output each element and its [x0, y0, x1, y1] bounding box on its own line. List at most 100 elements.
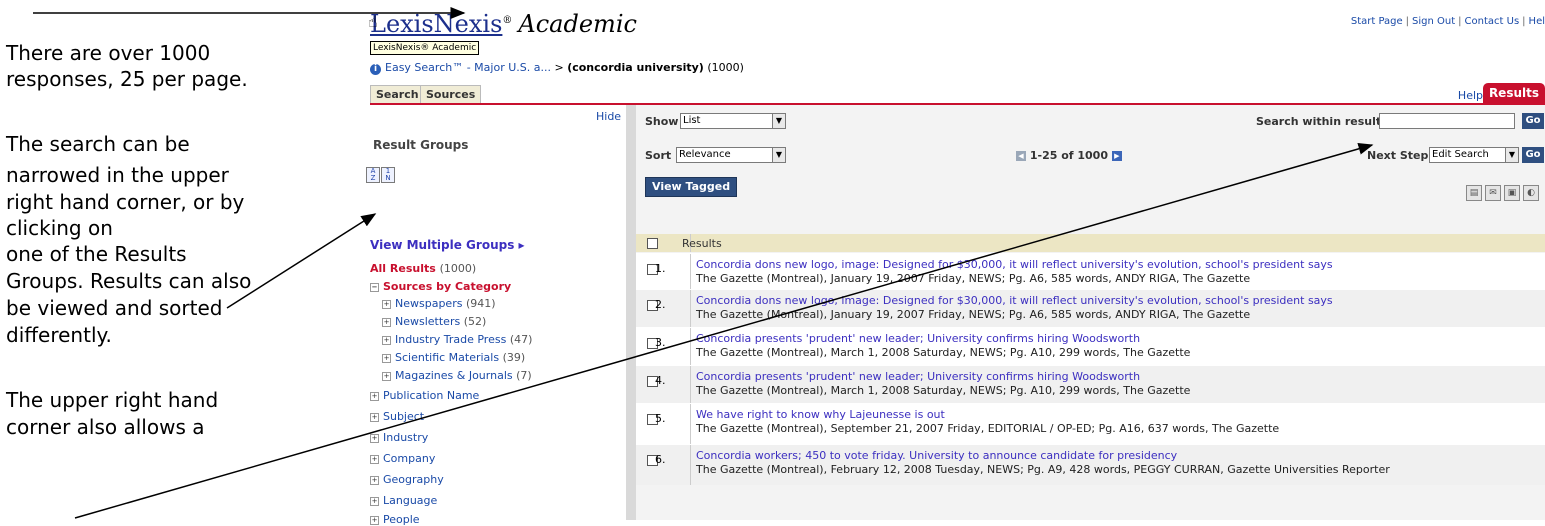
expand-icon[interactable]: + [370, 454, 379, 464]
dropdown-arrow-icon[interactable]: ▼ [772, 114, 785, 128]
group-item[interactable]: + Publication Name [370, 389, 479, 402]
dropdown-arrow-icon[interactable]: ▼ [1505, 148, 1518, 162]
search-within-input[interactable] [1379, 113, 1515, 129]
all-results-item[interactable]: All Results (1000) [370, 262, 476, 275]
result-meta: The Gazette (Montreal), September 21, 20… [696, 422, 1280, 435]
help-link[interactable]: Help [1458, 89, 1483, 102]
view-tagged-button[interactable]: View Tagged [645, 177, 738, 197]
expand-icon[interactable]: + [382, 317, 391, 327]
expand-icon[interactable]: + [370, 412, 379, 422]
logo-main[interactable]: LexisNexis [370, 10, 502, 38]
annotation-line: Groups. Results can also [6, 269, 252, 293]
sources-by-category-label: Sources by Category [383, 280, 512, 293]
deliver-icon[interactable]: ◐ [1523, 185, 1539, 201]
group-label: Subject [383, 410, 425, 423]
result-title-link[interactable]: We have right to know why Lajeunesse is … [696, 408, 945, 421]
annotation-line: narrowed in the upper [6, 163, 229, 187]
panel-divider[interactable] [626, 105, 636, 520]
category-item[interactable]: + Scientific Materials (39) [382, 351, 525, 364]
group-label: Language [383, 494, 438, 507]
next-steps-go-button[interactable]: Go [1522, 147, 1544, 163]
annotation-line: be viewed and sorted [6, 296, 223, 320]
sort-select[interactable]: Relevance ▼ [676, 147, 786, 163]
next-steps-label: Next Steps [1367, 149, 1435, 162]
category-label: Industry Trade Press [395, 333, 507, 346]
show-select[interactable]: List ▼ [680, 113, 786, 129]
result-groups-title: Result Groups [373, 138, 469, 152]
group-item[interactable]: + Subject [370, 410, 424, 423]
annotation-line: differently. [6, 323, 112, 347]
tab-results[interactable]: Results [1482, 83, 1545, 103]
prev-page-icon[interactable]: ◀ [1016, 151, 1026, 161]
info-icon[interactable]: i [370, 64, 381, 75]
document-tools: ▤ ✉ ▣ ◐ [1463, 180, 1539, 201]
expand-icon[interactable]: + [382, 371, 391, 381]
group-item[interactable]: + Language [370, 494, 437, 507]
email-icon[interactable]: ✉ [1485, 185, 1501, 201]
expand-icon[interactable]: + [370, 475, 379, 485]
next-steps-select[interactable]: Edit Search ▼ [1429, 147, 1519, 163]
category-label: Scientific Materials [395, 351, 500, 364]
result-row: 3. Concordia presents 'prudent' new lead… [636, 327, 1545, 366]
group-item[interactable]: + Company [370, 452, 435, 465]
annotation-line: The search can be [6, 132, 190, 156]
result-row: 1. Concordia dons new logo, image: Desig… [636, 253, 1545, 290]
logo-sub: Academic [518, 10, 637, 38]
result-title-link[interactable]: Concordia presents 'prudent' new leader;… [696, 332, 1140, 345]
category-item[interactable]: + Newspapers (941) [382, 297, 496, 310]
all-results-count: (1000) [439, 262, 477, 275]
hide-link[interactable]: Hide [596, 110, 621, 123]
result-meta: The Gazette (Montreal), February 12, 200… [696, 463, 1390, 476]
category-label: Newsletters [395, 315, 461, 328]
top-links: Start Page | Sign Out | Contact Us | Hel [1350, 16, 1545, 27]
next-page-icon[interactable]: ▶ [1111, 151, 1122, 161]
result-title-link[interactable]: Concordia dons new logo, image: Designed… [696, 258, 1333, 271]
result-meta: The Gazette (Montreal), March 1, 2008 Sa… [696, 384, 1191, 397]
collapse-icon[interactable]: − [370, 282, 379, 292]
search-within-go-button[interactable]: Go [1522, 113, 1544, 129]
sort-numeric-icon[interactable]: 1N [381, 167, 395, 183]
expand-icon[interactable]: + [382, 299, 391, 309]
category-item[interactable]: + Industry Trade Press (47) [382, 333, 532, 346]
result-title-link[interactable]: Concordia dons new logo, image: Designed… [696, 294, 1333, 307]
show-select-value: List [683, 115, 701, 126]
expand-icon[interactable]: + [370, 496, 379, 506]
logo[interactable]: LexisNexis® Academic [370, 10, 637, 38]
result-meta: The Gazette (Montreal), March 1, 2008 Sa… [696, 346, 1191, 359]
select-all-checkbox[interactable] [647, 238, 658, 249]
result-title-link[interactable]: Concordia workers; 450 to vote friday. U… [696, 449, 1177, 462]
category-label: Magazines & Journals [395, 369, 513, 382]
contact-us-link[interactable]: Contact Us [1465, 16, 1520, 27]
result-row: 2. Concordia dons new logo, image: Desig… [636, 289, 1545, 328]
sign-out-link[interactable]: Sign Out [1412, 16, 1455, 27]
group-item[interactable]: + Industry [370, 431, 428, 444]
group-label: Geography [383, 473, 444, 486]
tab-search[interactable]: Search [370, 85, 425, 103]
expand-icon[interactable]: + [370, 515, 379, 525]
save-icon[interactable]: ▣ [1504, 185, 1520, 201]
sources-by-category-item[interactable]: − Sources by Category [370, 280, 511, 293]
print-icon[interactable]: ▤ [1466, 185, 1482, 201]
expand-icon[interactable]: + [382, 335, 391, 345]
help-link-truncated[interactable]: Hel [1529, 16, 1545, 27]
category-count: (47) [509, 333, 533, 346]
expand-icon[interactable]: + [370, 391, 379, 401]
dropdown-arrow-icon[interactable]: ▼ [772, 148, 785, 162]
result-row: 5. We have right to know why Lajeunesse … [636, 403, 1545, 445]
expand-icon[interactable]: + [370, 433, 379, 443]
category-item[interactable]: + Newsletters (52) [382, 315, 486, 328]
breadcrumb-separator: > [554, 61, 564, 74]
expand-icon[interactable]: + [382, 353, 391, 363]
start-page-link[interactable]: Start Page [1351, 16, 1403, 27]
sort-az-icon[interactable]: AZ [366, 167, 380, 183]
group-item[interactable]: + Geography [370, 473, 444, 486]
annotation-line: clicking on [6, 216, 113, 240]
results-header-label: Results [682, 237, 722, 250]
tab-sources[interactable]: Sources [420, 85, 482, 103]
annotation-line: corner also allows a [6, 415, 205, 439]
breadcrumb-link[interactable]: Easy Search™ - Major U.S. a... [385, 61, 551, 74]
result-row: 6. Concordia workers; 450 to vote friday… [636, 444, 1545, 485]
result-title-link[interactable]: Concordia presents 'prudent' new leader;… [696, 370, 1140, 383]
view-multiple-groups-link[interactable]: View Multiple Groups ▸ [370, 238, 525, 252]
category-item[interactable]: + Magazines & Journals (7) [382, 369, 532, 382]
